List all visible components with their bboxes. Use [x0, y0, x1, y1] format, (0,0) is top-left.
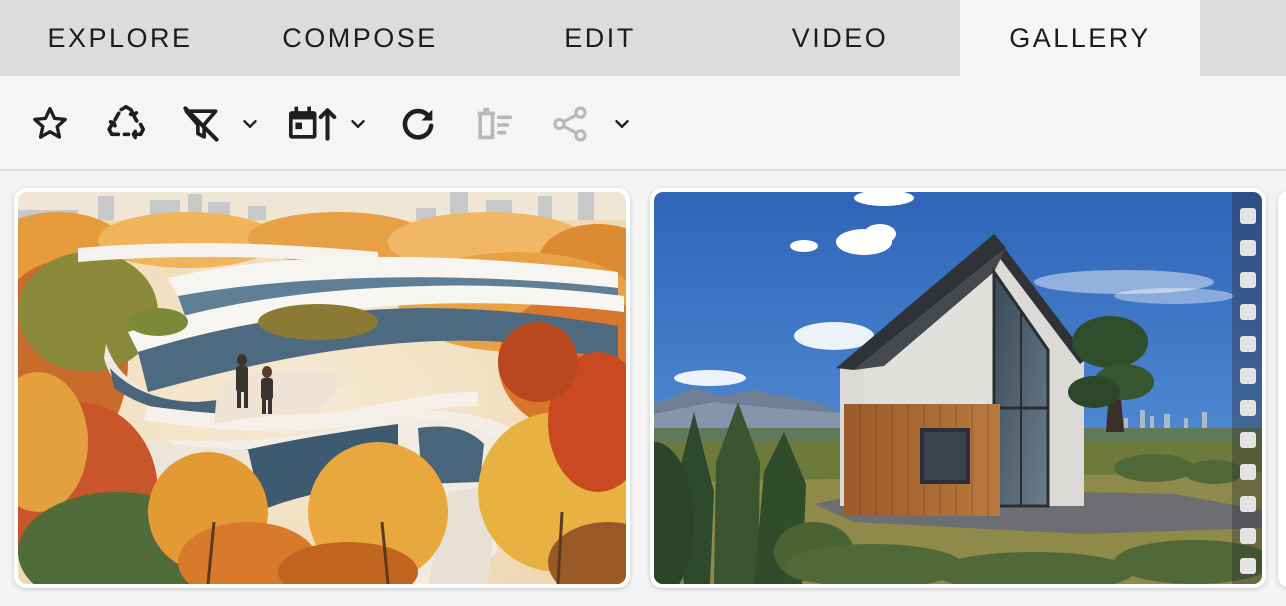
chevron-down-icon — [243, 119, 257, 128]
chevron-down-icon — [351, 119, 365, 128]
recycle-icon — [107, 104, 146, 139]
film-strip — [1232, 192, 1262, 584]
film-hole — [1240, 208, 1256, 224]
film-hole — [1240, 336, 1256, 352]
sort-dropdown-button[interactable] — [344, 76, 372, 171]
film-hole — [1240, 368, 1256, 384]
film-hole — [1240, 464, 1256, 480]
modern-house-image — [654, 192, 1262, 584]
gallery-thumbnail — [654, 192, 1262, 584]
star-icon — [33, 106, 67, 139]
share-icon — [553, 106, 587, 141]
chevron-down-icon — [615, 119, 629, 128]
tab-video[interactable]: VIDEO — [720, 0, 960, 76]
gallery-toolbar — [0, 76, 1286, 171]
film-hole — [1240, 558, 1256, 574]
film-hole — [1240, 304, 1256, 320]
tab-explore[interactable]: EXPLORE — [0, 0, 240, 76]
film-hole — [1240, 400, 1256, 416]
favorite-button[interactable] — [28, 76, 72, 171]
gallery-item[interactable] — [1278, 191, 1286, 587]
sort-by-date-button[interactable] — [284, 76, 338, 171]
calendar-sort-icon — [289, 106, 337, 141]
refresh-icon — [402, 108, 434, 140]
film-hole — [1240, 496, 1256, 512]
film-hole — [1240, 528, 1256, 544]
watercolor-architecture-image — [18, 192, 626, 584]
refresh-button[interactable] — [396, 76, 440, 171]
delete-multiple-icon — [477, 107, 513, 139]
filter-off-icon — [183, 105, 219, 142]
film-hole — [1240, 272, 1256, 288]
filter-button[interactable] — [178, 76, 224, 171]
share-dropdown-button[interactable] — [608, 76, 636, 171]
tab-edit[interactable]: EDIT — [480, 0, 720, 76]
tab-compose[interactable]: COMPOSE — [240, 0, 480, 76]
delete-selected-button[interactable] — [470, 76, 518, 171]
gallery-item[interactable] — [650, 188, 1266, 588]
tab-gallery[interactable]: GALLERY — [960, 0, 1200, 76]
gallery-item[interactable] — [14, 188, 630, 588]
gallery-grid — [0, 173, 1286, 606]
share-button[interactable] — [548, 76, 592, 171]
film-hole — [1240, 432, 1256, 448]
filter-dropdown-button[interactable] — [236, 76, 264, 171]
film-hole — [1240, 240, 1256, 256]
gallery-thumbnail — [18, 192, 626, 584]
recycle-button[interactable] — [102, 76, 150, 171]
tab-bar: EXPLORE COMPOSE EDIT VIDEO GALLERY — [0, 0, 1286, 76]
